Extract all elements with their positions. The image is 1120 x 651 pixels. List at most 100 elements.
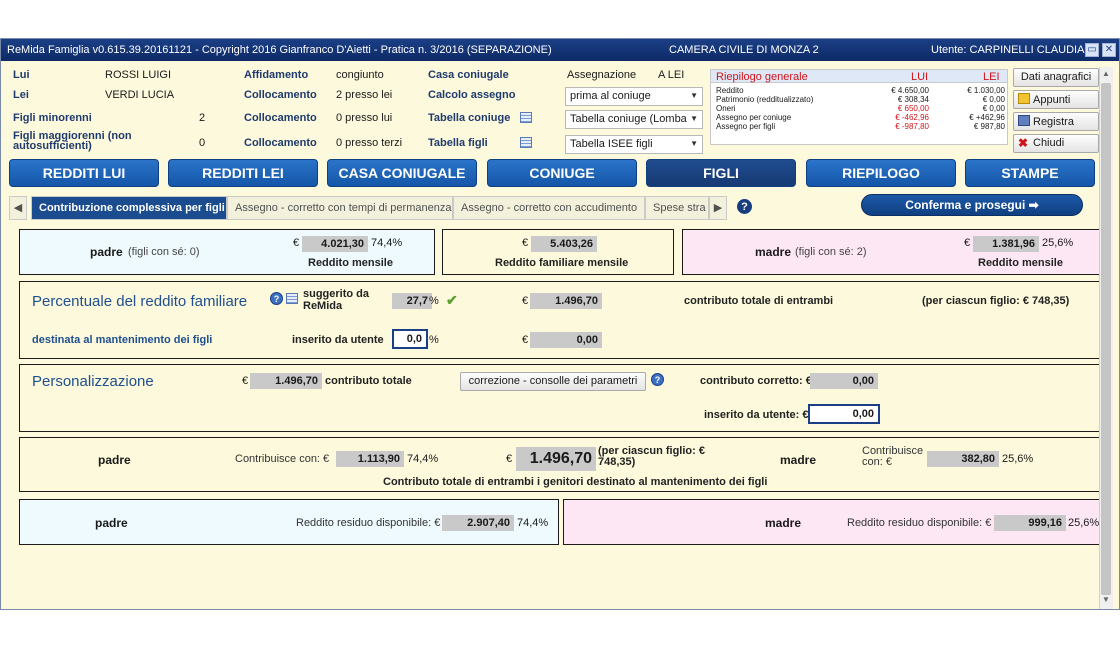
affidamento-label: Affidamento (244, 69, 309, 81)
inserito-utente-euro-label: inserito da utente: € (704, 409, 809, 421)
conferma-prosegui-button[interactable]: Conferma e prosegui ➡ (861, 194, 1083, 216)
padre-pct: 74,4% (371, 237, 403, 249)
arrow-right-icon: ➡ (1028, 198, 1039, 212)
tab-scroll-right-icon[interactable]: ▶ (709, 196, 727, 220)
madre-note: (figli con sé: 2) (795, 246, 867, 258)
collocamento-value-1: 2 presso lei (336, 89, 393, 101)
percentuale-panel: Percentuale del reddito familiare ? sugg… (19, 281, 1100, 359)
percentuale-title: Percentuale del reddito familiare (32, 293, 248, 310)
dati-anagrafici-button[interactable]: Dati anagrafici (1013, 68, 1099, 87)
affidamento-value: congiunto (336, 69, 384, 81)
help-icon[interactable]: ? (651, 373, 664, 386)
app-window: ReMida Famiglia v0.615.39.20161121 - Cop… (0, 38, 1120, 610)
inserito-utente-label: inserito da utente (292, 334, 384, 346)
madre-residuo-panel: madre Reddito residuo disponibile: € 999… (563, 499, 1100, 545)
close-icon: ✖ (1018, 136, 1029, 150)
padre-reddito-value: 4.021,30 (302, 236, 368, 252)
contributo-totale-value: 1.496,70 (530, 293, 602, 309)
scrollbar-thumb[interactable] (1101, 83, 1111, 595)
riepilogo-title: Riepilogo generale (716, 71, 808, 83)
per-figlio-label: (per ciascun figlio: € 748,35) (922, 295, 1070, 307)
euro-sign: € (242, 375, 249, 387)
help-icon[interactable]: ? (270, 292, 283, 305)
personalizzazione-contributo-label: contributo totale (325, 375, 412, 387)
inserito-percentuale-input[interactable]: 0,0 (392, 329, 428, 349)
personalizzazione-panel: Personalizzazione € 1.496,70 contributo … (19, 364, 1100, 432)
assegnazione-value: A LEI (658, 69, 685, 81)
contributi-caption: Contributo totale di entrambi i genitori… (383, 476, 768, 488)
riepilogo-row-label: Assegno per figli (716, 122, 776, 131)
figli-maggiorenni-label: Figli maggiorenni (non autosufficienti) (13, 130, 132, 152)
contributi-panel: padre Contribuisce con: € 1.113,90 74,4%… (19, 437, 1100, 492)
help-icon[interactable]: ? (737, 199, 752, 214)
dropdown-arrow-icon: ▼ (690, 139, 698, 148)
app-title: ReMida Famiglia v0.615.39.20161121 - Cop… (7, 44, 552, 56)
nav-riepilogo[interactable]: RIEPILOGO (806, 159, 956, 187)
correzione-button[interactable]: correzione - consolle dei parametri (460, 372, 646, 391)
madre-contributo-value: 382,80 (927, 451, 999, 467)
padre-residuo-panel: padre Reddito residuo disponibile: € 2.9… (19, 499, 559, 545)
nav-redditi-lui[interactable]: REDDITI LUI (9, 159, 159, 187)
appunti-button[interactable]: Appunti (1013, 90, 1099, 109)
court-name: CAMERA CIVILE DI MONZA 2 (669, 44, 819, 56)
tab-assegno-permanenza[interactable]: Assegno - corretto con tempi di permanen… (227, 196, 453, 220)
euro-sign: € (522, 334, 529, 346)
figli-minorenni-label: Figli minorenni (13, 112, 92, 124)
residuo-label: Reddito residuo disponibile: € (296, 517, 441, 529)
table-icon[interactable] (286, 293, 298, 304)
table-icon[interactable] (520, 112, 532, 123)
riepilogo-row-lui: € -987,80 (895, 122, 929, 131)
chiudi-button[interactable]: ✖ Chiudi (1013, 134, 1099, 153)
contributi-madre-label: madre (780, 453, 817, 467)
reddito-familiare-value: 5.403,26 (531, 236, 597, 252)
registra-button[interactable]: Registra (1013, 112, 1099, 131)
nav-figli[interactable]: FIGLI (646, 159, 796, 187)
lui-name: ROSSI LUIGI (105, 69, 172, 81)
casa-coniugale-label: Casa coniugale (428, 69, 509, 81)
riepilogo-generale: Riepilogo generale LUI LEI Reddito € 4.6… (710, 69, 1008, 145)
suggerito-label: suggerito da ReMida (303, 288, 370, 312)
madre-contributo-pct: 25,6% (1002, 453, 1034, 465)
collocamento-label-3: Collocamento (244, 137, 317, 149)
residuo-madre-label: madre (765, 516, 802, 530)
figli-maggiorenni-value: 0 (199, 137, 206, 149)
nav-coniuge[interactable]: CONIUGE (487, 159, 637, 187)
close-window-icon[interactable]: ✕ (1102, 43, 1116, 57)
table-icon[interactable] (520, 137, 532, 148)
contributo-corretto-label: contributo corretto: € (700, 375, 812, 387)
tab-assegno-accudimento[interactable]: Assegno - corretto con accudimento (453, 196, 645, 220)
personalizzazione-contributo-value: 1.496,70 (250, 373, 322, 389)
euro-sign: € (522, 237, 529, 249)
title-bar: ReMida Famiglia v0.615.39.20161121 - Cop… (1, 39, 1119, 61)
nav-redditi-lei[interactable]: REDDITI LEI (168, 159, 318, 187)
dropdown-arrow-icon: ▼ (690, 91, 698, 100)
reddito-familiare-label: Reddito familiare mensile (495, 257, 629, 269)
dropdown-arrow-icon: ▼ (690, 114, 698, 123)
inserito-euro-value: 0,00 (530, 332, 602, 348)
minimize-icon[interactable]: ▭ (1085, 43, 1099, 57)
tab-spese-straordinarie[interactable]: Spese stra (645, 196, 709, 220)
scroll-down-icon[interactable]: ▼ (1102, 595, 1110, 604)
nav-stampe[interactable]: STAMPE (965, 159, 1095, 187)
tab-scroll-left-icon[interactable]: ◀ (9, 196, 27, 220)
inserito-utente-input[interactable]: 0,00 (808, 404, 880, 424)
padre-reddito-mensile-label: Reddito mensile (308, 257, 393, 269)
calcolo-assegno-select[interactable]: prima al coniuge ▼ (565, 87, 703, 106)
riepilogo-row-lei: € 1.030,00 (967, 86, 1005, 95)
euro-sign: € (293, 237, 300, 249)
tabella-figli-select[interactable]: Tabella ISEE figli ▼ (565, 135, 703, 154)
scroll-up-icon[interactable]: ▲ (1102, 69, 1110, 78)
contributo-totale-big-value: 1.496,70 (516, 447, 596, 471)
tabella-coniuge-select[interactable]: Tabella coniuge (Lomba ▼ (565, 110, 703, 129)
padre-note: (figli con sé: 0) (128, 246, 200, 258)
collocamento-label-1: Collocamento (244, 89, 317, 101)
residuo-label: Reddito residuo disponibile: € (847, 517, 992, 529)
nav-casa-coniugale[interactable]: CASA CONIUGALE (327, 159, 477, 187)
assegnazione-label: Assegnazione (567, 69, 637, 81)
padre-reddito-panel: padre (figli con sé: 0) € 4.021,30 74,4%… (19, 229, 435, 275)
suggerito-value: 27,7 (392, 293, 432, 309)
tab-contribuzione[interactable]: Contribuzione complessiva per figli (31, 196, 227, 220)
madre-contribuisce-label: Contribuisce con: € (862, 445, 924, 468)
riepilogo-row-label: Reddito (716, 86, 744, 95)
contribuisce-label: Contribuisce con: € (235, 453, 330, 465)
